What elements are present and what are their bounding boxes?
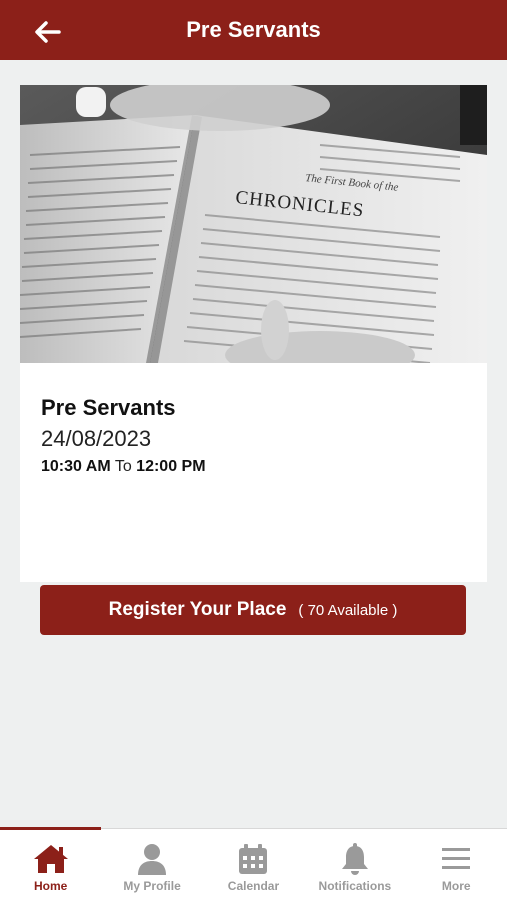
start-time: 10:30 AM xyxy=(41,458,111,475)
nav-notifications-label: Notifications xyxy=(318,879,392,893)
arrow-left-icon xyxy=(35,21,61,43)
user-icon xyxy=(138,844,167,875)
end-time: 12:00 PM xyxy=(136,458,206,475)
event-card[interactable]: The First Book of the CHRONICLES Pre Ser… xyxy=(20,85,487,635)
bottom-navigation: Home My Profile Calendar Notifications M… xyxy=(0,827,507,900)
nav-profile-label: My Profile xyxy=(123,879,181,893)
register-button[interactable]: Register Your Place ( 70 Available ) xyxy=(40,585,466,635)
nav-calendar[interactable]: Calendar xyxy=(203,829,304,900)
nav-calendar-label: Calendar xyxy=(227,879,280,893)
app-screen: Pre Servants The First Book of the CHRON… xyxy=(0,0,507,900)
calendar-icon xyxy=(239,844,268,874)
page-title: Pre Servants xyxy=(186,17,321,42)
app-header: Pre Servants xyxy=(0,0,507,60)
menu-icon xyxy=(442,848,471,869)
nav-more[interactable]: More xyxy=(406,829,507,900)
availability-count: ( 70 Available ) xyxy=(298,601,398,619)
event-title: Pre Servants xyxy=(41,395,176,420)
nav-home[interactable]: Home xyxy=(0,829,101,900)
back-button[interactable] xyxy=(30,14,66,50)
nav-notifications[interactable]: Notifications xyxy=(304,829,405,900)
nav-my-profile[interactable]: My Profile xyxy=(101,829,202,900)
nav-more-label: More xyxy=(441,879,471,893)
home-icon xyxy=(33,845,68,873)
nav-home-label: Home xyxy=(34,879,68,893)
bell-icon xyxy=(341,843,368,875)
time-separator: To xyxy=(114,458,132,475)
event-image: The First Book of the CHRONICLES xyxy=(20,85,487,363)
event-date: 24/08/2023 xyxy=(41,426,152,451)
register-label: Register Your Place xyxy=(108,599,287,620)
event-time: 10:30 AM To 12:00 PM xyxy=(41,458,206,476)
